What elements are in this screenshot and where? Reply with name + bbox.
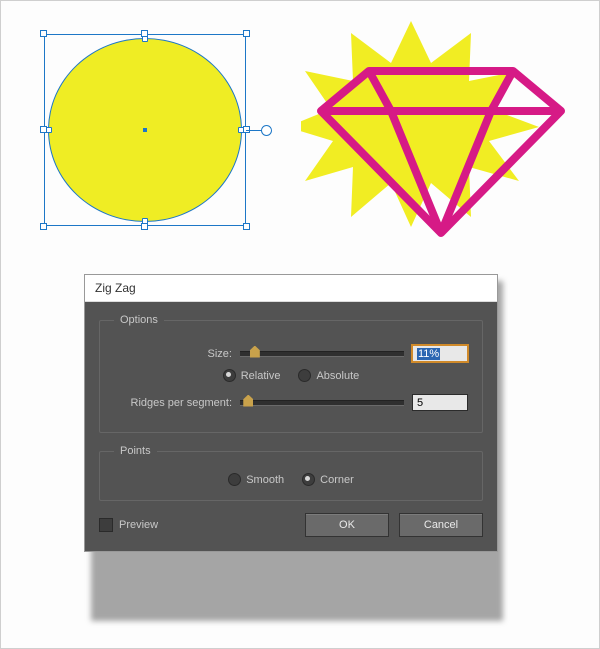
selected-object[interactable] <box>44 34 246 226</box>
preview-checkbox[interactable] <box>99 518 113 532</box>
zigzag-dialog: Zig Zag Options Size: 11% Relative Absol… <box>84 274 498 552</box>
resize-handle-tl[interactable] <box>40 30 47 37</box>
relative-label: Relative <box>241 370 281 382</box>
ok-button[interactable]: OK <box>305 513 389 537</box>
size-slider-thumb[interactable] <box>250 346 260 358</box>
anchor-point-top[interactable] <box>142 36 148 42</box>
resize-handle-bl[interactable] <box>40 223 47 230</box>
absolute-label: Absolute <box>316 370 359 382</box>
radio-icon <box>223 369 236 382</box>
ridges-slider-thumb[interactable] <box>243 395 253 407</box>
anchor-point-right[interactable] <box>238 127 244 133</box>
corner-label: Corner <box>320 474 354 486</box>
options-legend: Options <box>114 314 164 326</box>
size-row: Size: 11% <box>114 345 468 362</box>
size-label: Size: <box>114 348 238 360</box>
radio-icon <box>302 473 315 486</box>
preview-label: Preview <box>119 519 158 531</box>
resize-handle-br[interactable] <box>243 223 250 230</box>
radio-icon <box>298 369 311 382</box>
size-input[interactable]: 11% <box>412 345 468 362</box>
smooth-radio[interactable]: Smooth <box>228 473 284 486</box>
size-slider[interactable] <box>240 351 404 357</box>
size-mode-group: Relative Absolute <box>114 369 468 382</box>
anchor-point-left[interactable] <box>46 127 52 133</box>
points-group: Points Smooth Corner <box>99 445 483 501</box>
cancel-button[interactable]: Cancel <box>399 513 483 537</box>
options-group: Options Size: 11% Relative Absolute <box>99 314 483 433</box>
relative-radio[interactable]: Relative <box>223 369 281 382</box>
resize-handle-bm[interactable] <box>141 223 148 230</box>
starburst-diamond-art <box>301 11 581 251</box>
ridges-input[interactable]: 5 <box>412 394 468 411</box>
absolute-radio[interactable]: Absolute <box>298 369 359 382</box>
radio-icon <box>228 473 241 486</box>
corner-radio[interactable]: Corner <box>302 473 354 486</box>
anchor-point-bottom[interactable] <box>142 218 148 224</box>
canvas-artwork <box>1 1 600 256</box>
points-mode-group: Smooth Corner <box>114 473 468 486</box>
dialog-title[interactable]: Zig Zag <box>85 275 497 302</box>
points-legend: Points <box>114 445 157 457</box>
rotate-handle[interactable] <box>261 125 272 136</box>
smooth-label: Smooth <box>246 474 284 486</box>
dialog-body: Options Size: 11% Relative Absolute <box>85 302 497 551</box>
resize-handle-tr[interactable] <box>243 30 250 37</box>
ridges-slider[interactable] <box>240 400 404 406</box>
ridges-row: Ridges per segment: 5 <box>114 394 468 411</box>
center-point[interactable] <box>143 128 147 132</box>
dialog-footer: Preview OK Cancel <box>99 513 483 537</box>
ridges-label: Ridges per segment: <box>114 397 238 409</box>
